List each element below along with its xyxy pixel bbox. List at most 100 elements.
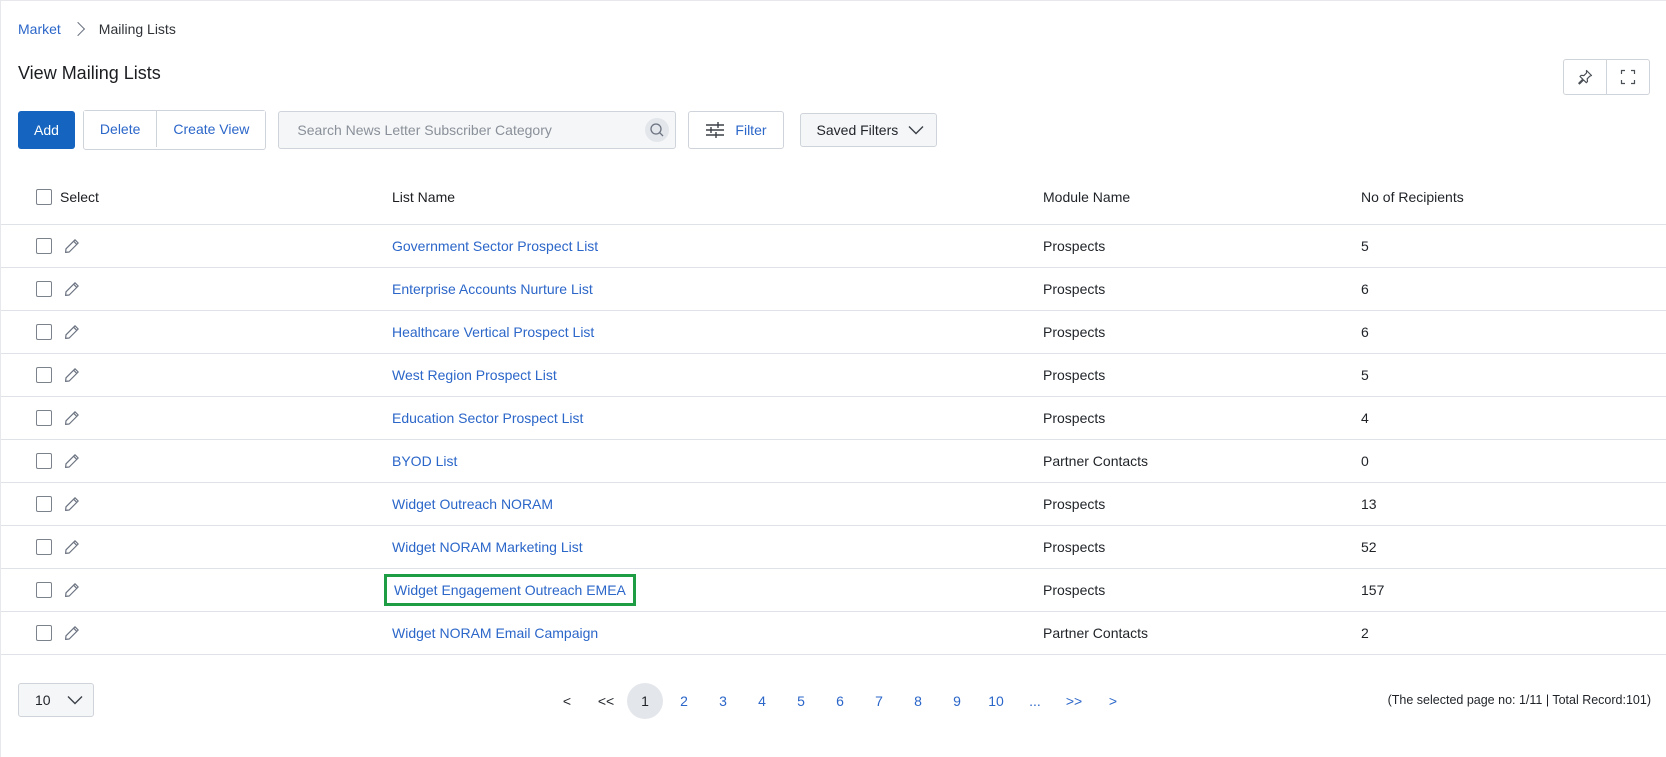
pager-page-10[interactable]: 10 bbox=[978, 683, 1014, 719]
edit-button[interactable] bbox=[64, 410, 80, 426]
edit-button[interactable] bbox=[64, 582, 80, 598]
toolbar: Add Delete Create View Filte bbox=[18, 110, 938, 150]
table-row: Widget NORAM Email Campaign Partner Cont… bbox=[1, 612, 1666, 655]
header-select-cell: Select bbox=[1, 188, 392, 205]
pager-first[interactable]: << bbox=[588, 683, 624, 719]
search-input[interactable] bbox=[295, 121, 646, 139]
row-select-cell bbox=[1, 281, 392, 297]
search-box bbox=[278, 111, 677, 149]
page-title: View Mailing Lists bbox=[18, 63, 161, 83]
pin-button[interactable] bbox=[1564, 60, 1606, 94]
pager-page-5[interactable]: 5 bbox=[783, 683, 819, 719]
delete-button[interactable]: Delete bbox=[83, 111, 157, 147]
fullscreen-button[interactable] bbox=[1606, 60, 1649, 94]
top-actions bbox=[1563, 59, 1650, 95]
list-name-link[interactable]: Widget NORAM Email Campaign bbox=[392, 625, 598, 641]
list-name-link[interactable]: Government Sector Prospect List bbox=[392, 238, 598, 254]
edit-button[interactable] bbox=[64, 539, 80, 555]
saved-filters-label: Saved Filters bbox=[816, 122, 899, 138]
module-name-cell: Prospects bbox=[1043, 281, 1106, 297]
recipients-cell: 157 bbox=[1361, 582, 1385, 598]
table-footer: 10 < << 1 2 3 4 5 6 7 8 9 10 ... >> > (T… bbox=[1, 683, 1666, 719]
edit-button[interactable] bbox=[64, 453, 80, 469]
chevron-down-icon bbox=[67, 696, 83, 705]
mailing-lists-page: Market Mailing Lists View Mailing Lists … bbox=[0, 0, 1666, 757]
row-checkbox[interactable] bbox=[36, 496, 52, 512]
breadcrumb-market-link[interactable]: Market bbox=[18, 21, 61, 37]
pager-prev[interactable]: < bbox=[549, 683, 585, 719]
row-checkbox[interactable] bbox=[36, 582, 52, 598]
list-name-link-highlighted[interactable]: Widget Engagement Outreach EMEA bbox=[384, 574, 636, 606]
add-button[interactable]: Add bbox=[18, 111, 75, 149]
module-name-cell: Prospects bbox=[1043, 238, 1106, 254]
pager-page-8[interactable]: 8 bbox=[900, 683, 936, 719]
row-select-cell bbox=[1, 625, 392, 641]
list-name-link[interactable]: Widget Outreach NORAM bbox=[392, 496, 553, 512]
search-icon bbox=[650, 123, 664, 137]
recipients-cell: 5 bbox=[1361, 367, 1369, 383]
recipients-cell: 6 bbox=[1361, 281, 1369, 297]
list-name-link[interactable]: West Region Prospect List bbox=[392, 367, 557, 383]
table-row: Healthcare Vertical Prospect List Prospe… bbox=[1, 311, 1666, 354]
table-row: Government Sector Prospect List Prospect… bbox=[1, 225, 1666, 268]
table-row: West Region Prospect List Prospects 5 bbox=[1, 354, 1666, 397]
fullscreen-icon bbox=[1620, 69, 1636, 85]
list-name-link[interactable]: Widget NORAM Marketing List bbox=[392, 539, 583, 555]
mailing-lists-table: Select List Name Module Name No of Recip… bbox=[1, 169, 1666, 655]
filter-button[interactable]: Filter bbox=[688, 111, 784, 149]
module-name-cell: Prospects bbox=[1043, 410, 1106, 426]
recipients-cell: 4 bbox=[1361, 410, 1369, 426]
pager-page-2[interactable]: 2 bbox=[666, 683, 702, 719]
row-checkbox[interactable] bbox=[36, 539, 52, 555]
row-checkbox[interactable] bbox=[36, 410, 52, 426]
recipients-cell: 52 bbox=[1361, 539, 1377, 555]
pager-last[interactable]: >> bbox=[1056, 683, 1092, 719]
module-name-cell: Partner Contacts bbox=[1043, 625, 1149, 641]
row-checkbox[interactable] bbox=[36, 324, 52, 340]
table-row: Education Sector Prospect List Prospects… bbox=[1, 397, 1666, 440]
row-checkbox[interactable] bbox=[36, 625, 52, 641]
pager-page-9[interactable]: 9 bbox=[939, 683, 975, 719]
breadcrumb-current: Mailing Lists bbox=[98, 21, 176, 37]
pencil-icon bbox=[65, 497, 79, 511]
pager-page-6[interactable]: 6 bbox=[822, 683, 858, 719]
pager-next[interactable]: > bbox=[1095, 683, 1131, 719]
module-name-cell: Prospects bbox=[1043, 324, 1106, 340]
row-select-cell bbox=[1, 582, 392, 598]
list-name-link[interactable]: Healthcare Vertical Prospect List bbox=[392, 324, 594, 340]
search-button[interactable] bbox=[645, 118, 670, 142]
pagination: < << 1 2 3 4 5 6 7 8 9 10 ... >> > bbox=[549, 683, 1134, 719]
pager-page-4[interactable]: 4 bbox=[744, 683, 780, 719]
edit-button[interactable] bbox=[64, 281, 80, 297]
header-select: Select bbox=[60, 188, 99, 205]
select-all-checkbox[interactable] bbox=[36, 188, 52, 205]
table-row: Widget NORAM Marketing List Prospects 52 bbox=[1, 526, 1666, 569]
recipients-cell: 0 bbox=[1361, 453, 1369, 469]
saved-filters-dropdown[interactable]: Saved Filters bbox=[799, 113, 938, 147]
pager-page-3[interactable]: 3 bbox=[705, 683, 741, 719]
pager-page-7[interactable]: 7 bbox=[861, 683, 897, 719]
pencil-icon bbox=[65, 368, 79, 382]
list-name-link[interactable]: BYOD List bbox=[392, 453, 457, 469]
edit-button[interactable] bbox=[64, 238, 80, 254]
edit-button[interactable] bbox=[64, 496, 80, 512]
page-size-select[interactable]: 10 bbox=[18, 683, 94, 717]
record-info: (The selected page no: 1/11 | Total Reco… bbox=[1387, 693, 1651, 707]
list-name-link[interactable]: Education Sector Prospect List bbox=[392, 410, 583, 426]
pager-page-1[interactable]: 1 bbox=[627, 683, 663, 719]
list-name-cell: Government Sector Prospect List bbox=[392, 238, 1043, 254]
row-checkbox[interactable] bbox=[36, 367, 52, 383]
row-checkbox[interactable] bbox=[36, 281, 52, 297]
row-checkbox[interactable] bbox=[36, 453, 52, 469]
sliders-icon bbox=[706, 122, 725, 138]
list-name-link[interactable]: Enterprise Accounts Nurture List bbox=[392, 281, 593, 297]
edit-button[interactable] bbox=[64, 625, 80, 641]
row-checkbox[interactable] bbox=[36, 238, 52, 254]
recipients-cell: 5 bbox=[1361, 238, 1369, 254]
table-row: BYOD List Partner Contacts 0 bbox=[1, 440, 1666, 483]
edit-button[interactable] bbox=[64, 367, 80, 383]
row-select-cell bbox=[1, 410, 392, 426]
edit-button[interactable] bbox=[64, 324, 80, 340]
table-row: Widget Engagement Outreach EMEA Prospect… bbox=[1, 569, 1666, 612]
create-view-button[interactable]: Create View bbox=[156, 111, 266, 147]
